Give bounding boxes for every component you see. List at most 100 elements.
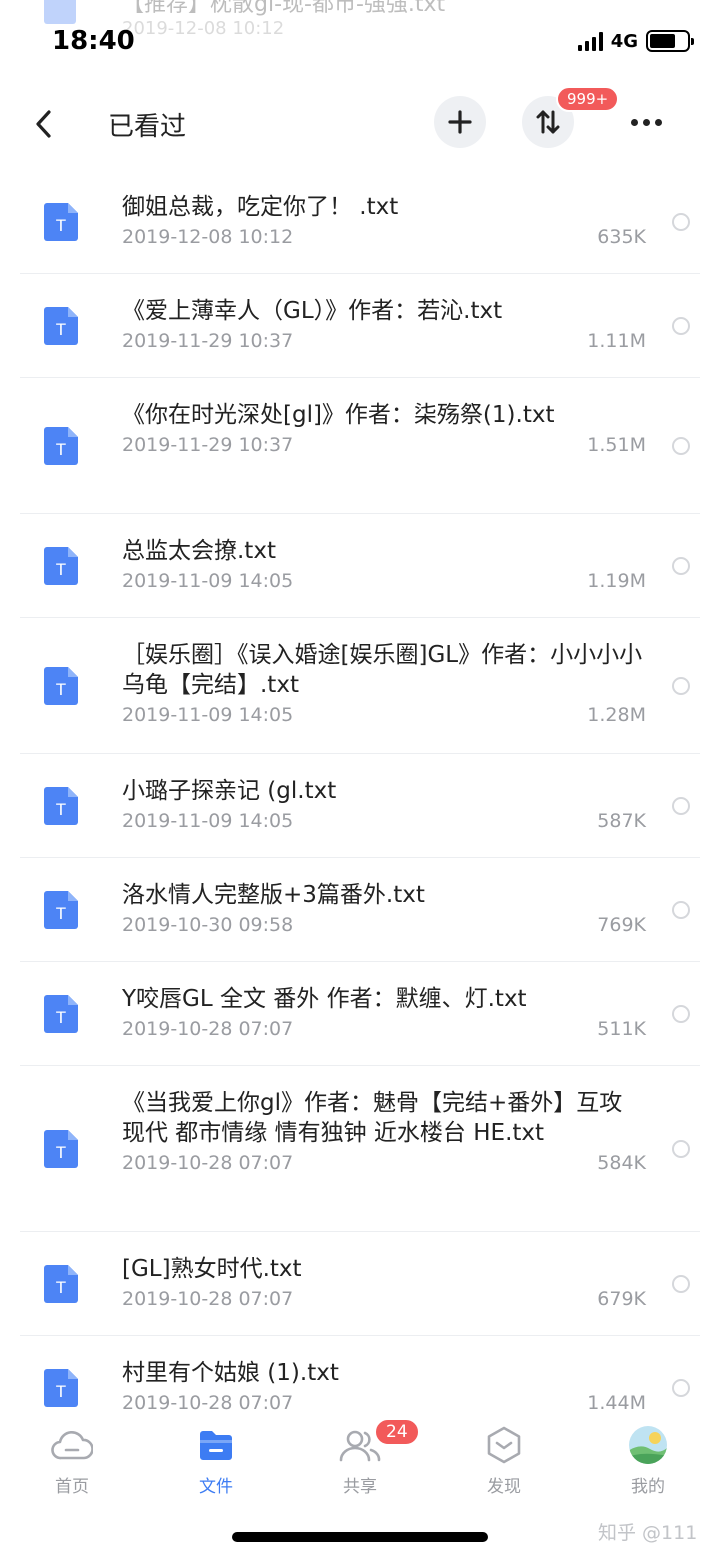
tab-label: 发现: [487, 1477, 521, 1497]
file-name: 《你在时光深处[gl]》作者：柒殇祭(1).txt: [122, 402, 555, 428]
dot: [630, 118, 638, 126]
more-button[interactable]: [618, 100, 674, 144]
tab-bar: 首页 文件 共享 24 发现 我的: [0, 1410, 720, 1520]
file-name: 洛水情人完整版+3篇番外.txt: [122, 882, 425, 908]
watermark: 知乎 @111: [598, 1522, 698, 1544]
svg-text:T: T: [56, 680, 66, 699]
file-date: 2019-10-30 09:58: [122, 914, 294, 936]
file-name: 小璐子探亲记 (gl.txt: [122, 778, 337, 804]
text-file-icon: T: [44, 787, 78, 825]
file-row[interactable]: T 御姐总裁，吃定你了！ .txt 2019-12-08 10:12 635K: [0, 170, 720, 274]
file-name: ［娱乐圈］《误入婚途[娱乐圈]GL》作者：小小小小乌龟【完结】.txt: [122, 642, 643, 698]
select-checkbox[interactable]: [672, 1005, 690, 1023]
file-row[interactable]: T 总监太会撩.txt 2019-11-09 14:05 1.19M: [0, 514, 720, 618]
file-name: 御姐总裁，吃定你了！ .txt: [122, 194, 399, 220]
file-row[interactable]: T 洛水情人完整版+3篇番外.txt 2019-10-30 09:58 769K: [0, 858, 720, 962]
file-date: 2019-11-09 14:05: [122, 704, 294, 726]
svg-text:T: T: [56, 1008, 66, 1027]
chevron-left-icon: [36, 110, 51, 138]
text-file-icon: T: [44, 891, 78, 929]
text-file-icon: T: [44, 995, 78, 1033]
dot: [654, 118, 662, 126]
home-indicator[interactable]: [232, 1532, 488, 1542]
add-button[interactable]: [434, 96, 486, 148]
tab-discover[interactable]: 发现: [454, 1424, 554, 1497]
up-down-arrows-icon: [536, 110, 560, 134]
back-button[interactable]: [28, 104, 60, 144]
file-size: 635K: [597, 226, 646, 248]
text-file-icon: T: [44, 1130, 78, 1168]
file-row[interactable]: T Y咬唇GL 全文 番外 作者：默缠、灯.txt 2019-10-28 07:…: [0, 962, 720, 1066]
file-name: 总监太会撩.txt: [122, 538, 276, 564]
file-size: 679K: [597, 1288, 646, 1310]
file-date: 2019-10-28 07:07: [122, 1152, 294, 1174]
file-row[interactable]: T 《你在时光深处[gl]》作者：柒殇祭(1).txt 2019-11-29 1…: [0, 378, 720, 514]
file-date: 2019-10-28 07:07: [122, 1018, 294, 1040]
status-time: 18:40: [52, 26, 135, 56]
select-checkbox[interactable]: [672, 437, 690, 455]
svg-text:T: T: [56, 1278, 66, 1297]
share-count-badge: 24: [374, 1418, 420, 1446]
signal-icon: [577, 31, 603, 51]
file-row[interactable]: T 《当我爱上你gl》作者：魅骨【完结+番外】互攻 现代 都市情缘 情有独钟 近…: [0, 1066, 720, 1232]
file-date: 2019-11-29 10:37: [122, 434, 294, 456]
svg-text:T: T: [56, 560, 66, 579]
select-checkbox[interactable]: [672, 1140, 690, 1158]
file-name: Y咬唇GL 全文 番外 作者：默缠、灯.txt: [122, 986, 527, 1012]
select-checkbox[interactable]: [672, 213, 690, 231]
select-checkbox[interactable]: [672, 677, 690, 695]
file-name: 村里有个姑娘 (1).txt: [122, 1360, 339, 1386]
select-checkbox[interactable]: [672, 901, 690, 919]
cloud-icon: [51, 1430, 93, 1460]
tab-label: 首页: [55, 1477, 89, 1497]
file-size: 1.19M: [587, 570, 646, 592]
transfer-count-badge: 999+: [556, 86, 620, 112]
text-file-icon: T: [44, 667, 78, 705]
tab-label: 文件: [199, 1477, 233, 1497]
svg-text:T: T: [56, 320, 66, 339]
file-list: T 御姐总裁，吃定你了！ .txt 2019-12-08 10:12 635K …: [0, 170, 720, 1410]
file-size: 1.28M: [587, 704, 646, 726]
text-file-icon: T: [44, 547, 78, 585]
file-row[interactable]: T ［娱乐圈］《误入婚途[娱乐圈]GL》作者：小小小小乌龟【完结】.txt 20…: [0, 618, 720, 754]
select-checkbox[interactable]: [672, 1379, 690, 1397]
svg-text:T: T: [56, 1143, 66, 1162]
file-size: 587K: [597, 810, 646, 832]
select-checkbox[interactable]: [672, 317, 690, 335]
file-name: 《爱上薄幸人（GL）》作者：若沁.txt: [122, 298, 503, 324]
svg-text:T: T: [56, 440, 66, 459]
tab-label: 共享: [343, 1477, 377, 1497]
dot: [642, 118, 650, 126]
file-row[interactable]: T 村里有个姑娘 (1).txt 2019-10-28 07:07 1.44M: [0, 1336, 720, 1410]
file-date: 2019-10-28 07:07: [122, 1288, 294, 1310]
file-size: 1.11M: [587, 330, 646, 352]
file-date: 2019-11-09 14:05: [122, 570, 294, 592]
file-size: 1.44M: [587, 1392, 646, 1410]
select-checkbox[interactable]: [672, 1275, 690, 1293]
file-size: 769K: [597, 914, 646, 936]
battery-icon: [646, 30, 694, 52]
file-date: 2019-10-28 07:07: [122, 1392, 294, 1410]
file-date: 2019-12-08 10:12: [122, 226, 294, 248]
file-date: 2019-11-09 14:05: [122, 810, 294, 832]
status-indicators: 4G: [577, 30, 694, 52]
page-title: 已看过: [108, 112, 187, 142]
status-bar: 18:40 4G: [0, 0, 720, 86]
file-size: 584K: [597, 1152, 646, 1174]
nav-bar: 已看过 999+: [0, 86, 720, 166]
svg-text:T: T: [56, 800, 66, 819]
file-row[interactable]: T 《爱上薄幸人（GL）》作者：若沁.txt 2019-11-29 10:37 …: [0, 274, 720, 378]
tab-me[interactable]: 我的: [598, 1424, 698, 1497]
tab-label: 我的: [631, 1477, 665, 1497]
tab-home[interactable]: 首页: [22, 1424, 122, 1497]
file-row[interactable]: T [GL]熟女时代.txt 2019-10-28 07:07 679K: [0, 1232, 720, 1336]
text-file-icon: T: [44, 203, 78, 241]
avatar-icon: [629, 1426, 667, 1464]
file-row[interactable]: T 小璐子探亲记 (gl.txt 2019-11-09 14:05 587K: [0, 754, 720, 858]
text-file-icon: T: [44, 427, 78, 465]
discover-icon: [487, 1426, 521, 1464]
tab-files[interactable]: 文件: [166, 1424, 266, 1497]
text-file-icon: T: [44, 1265, 78, 1303]
select-checkbox[interactable]: [672, 557, 690, 575]
select-checkbox[interactable]: [672, 797, 690, 815]
